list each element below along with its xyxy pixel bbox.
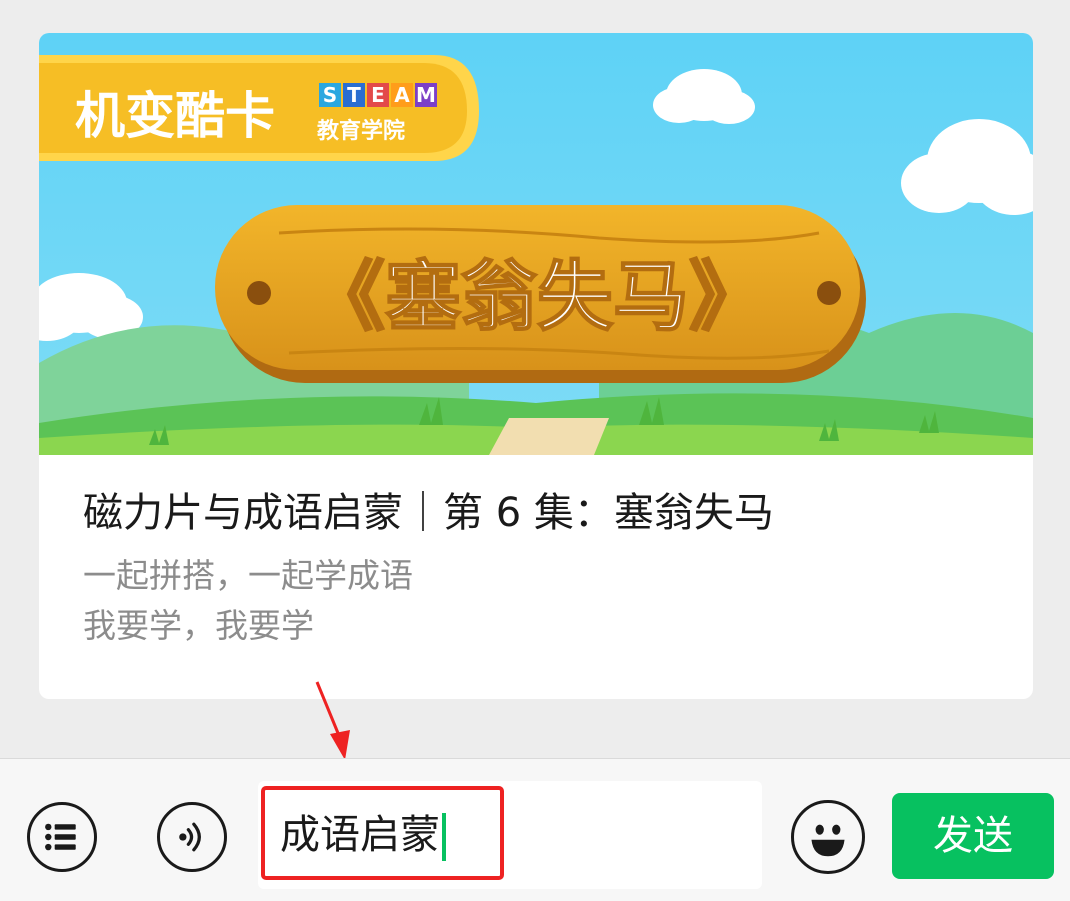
article-desc-line1: 一起拼搭，一起学成语 bbox=[83, 556, 413, 595]
annotation-arrow bbox=[315, 681, 350, 760]
steam-letter-t: T bbox=[347, 83, 361, 107]
emoji-icon bbox=[811, 824, 845, 857]
menu-button[interactable] bbox=[27, 802, 97, 872]
logo-subtitle: 教育学院 bbox=[317, 118, 405, 144]
article-title: 磁力片与成语启蒙｜第 6 集：塞翁失马 bbox=[83, 490, 774, 536]
emoji-button[interactable] bbox=[791, 800, 865, 874]
article-desc-line2: 我要学，我要学 bbox=[83, 606, 314, 645]
steam-letter-m: M bbox=[416, 83, 436, 107]
annotation-highlight-box bbox=[261, 786, 504, 880]
article-card[interactable]: 机变酷卡 S T E A M 教育学院 《塞翁失马》 磁力片与成语启蒙｜第 6 … bbox=[39, 33, 1033, 699]
logo-text: 机变酷卡 bbox=[75, 87, 275, 145]
chat-input-bar: 成语启蒙 发送 bbox=[0, 758, 1070, 901]
sign-title: 《塞翁失马》 bbox=[309, 252, 765, 341]
steam-letter-e: E bbox=[371, 83, 385, 107]
steam-letter-a: A bbox=[394, 83, 410, 107]
article-cover-image: 机变酷卡 S T E A M 教育学院 《塞翁失马》 bbox=[39, 33, 1033, 455]
voice-icon bbox=[179, 822, 201, 852]
voice-button[interactable] bbox=[157, 802, 227, 872]
menu-icon bbox=[45, 823, 76, 851]
steam-letter-s: S bbox=[323, 83, 337, 107]
send-button[interactable]: 发送 bbox=[892, 793, 1054, 879]
